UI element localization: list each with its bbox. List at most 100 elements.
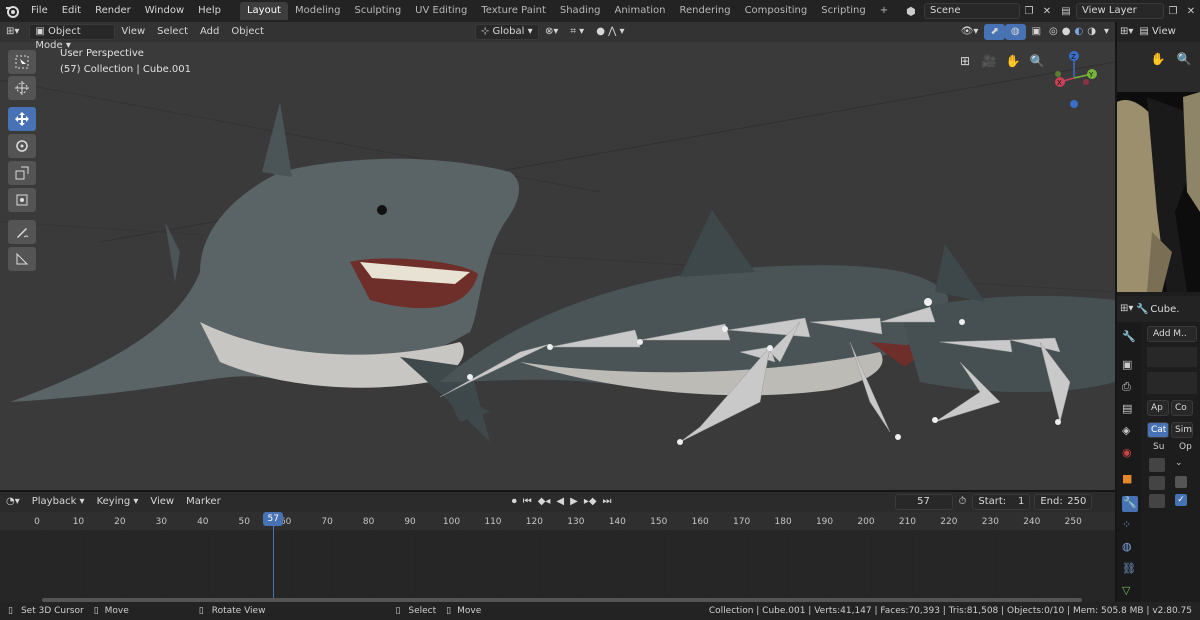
- tab-sculpting[interactable]: Sculpting: [347, 2, 408, 20]
- add-workspace-button[interactable]: +: [873, 2, 895, 20]
- object-tab-icon[interactable]: ■: [1122, 472, 1138, 488]
- editor-type-icon[interactable]: ⊞▾: [0, 24, 25, 40]
- move-tool[interactable]: [8, 107, 36, 131]
- playhead[interactable]: 57: [263, 512, 284, 526]
- modifier-tab-icon[interactable]: 🔧: [1122, 496, 1138, 512]
- select-box-tool[interactable]: [8, 50, 36, 74]
- copy-scene-icon[interactable]: ❐: [1020, 6, 1038, 17]
- tab-animation[interactable]: Animation: [608, 2, 673, 20]
- cursor-tool[interactable]: [8, 76, 36, 100]
- timeline[interactable]: ◔▾ Playback ▾ Keying ▾ View Marker ⏺ ⏮ ◆…: [0, 490, 1115, 606]
- blender-logo-icon[interactable]: [0, 0, 24, 22]
- menu-timeline-view[interactable]: View: [144, 494, 180, 510]
- jump-start-icon[interactable]: ⏮: [520, 494, 535, 510]
- tab-scripting[interactable]: Scripting: [814, 2, 872, 20]
- navigation-gizmo[interactable]: Z Y X: [1044, 48, 1104, 108]
- menu-keying[interactable]: Keying ▾: [91, 494, 145, 510]
- scene-field[interactable]: Scene: [924, 3, 1020, 19]
- play-icon[interactable]: ▶: [567, 494, 581, 510]
- record-icon[interactable]: ⏺: [509, 494, 520, 510]
- measure-tool[interactable]: [8, 247, 36, 271]
- physics-tab-icon[interactable]: ◍: [1122, 540, 1138, 556]
- tab-shading[interactable]: Shading: [553, 2, 608, 20]
- render-tab-icon[interactable]: ▣: [1122, 358, 1138, 374]
- image-zoom-icon[interactable]: 🔍: [1175, 50, 1193, 68]
- grid-view-icon[interactable]: ⊞: [956, 52, 974, 70]
- overlay-toggle-icon[interactable]: ◍: [1004, 24, 1026, 40]
- menu-object[interactable]: Object: [225, 24, 270, 40]
- tab-ap[interactable]: Ap: [1147, 400, 1169, 416]
- output-tab-icon[interactable]: ⎙: [1122, 380, 1138, 396]
- play-reverse-icon[interactable]: ◀: [553, 494, 567, 510]
- image-editor-type-icon[interactable]: ⊞▾: [1117, 24, 1136, 40]
- tab-modeling[interactable]: Modeling: [288, 2, 348, 20]
- copy-view-layer-icon[interactable]: ❐: [1164, 6, 1182, 17]
- tab-uv-editing[interactable]: UV Editing: [408, 2, 474, 20]
- shading-wireframe-icon[interactable]: ◎: [1047, 24, 1060, 40]
- shading-options-icon[interactable]: ▾: [1098, 24, 1115, 40]
- view-layer-field[interactable]: View Layer: [1076, 3, 1164, 19]
- annotate-tool[interactable]: [8, 220, 36, 244]
- scene-tab-icon[interactable]: ◈: [1122, 424, 1138, 440]
- visibility-icon[interactable]: 👁▾: [955, 24, 985, 40]
- menu-view[interactable]: View: [115, 24, 151, 40]
- op-dropdown-icon[interactable]: ⌄: [1175, 458, 1189, 470]
- next-keyframe-icon[interactable]: ▸◆: [581, 494, 600, 510]
- shading-rendered-icon[interactable]: ◑: [1085, 24, 1098, 40]
- proportional-edit-icon[interactable]: ● ⋀ ▾: [590, 24, 630, 40]
- menu-marker[interactable]: Marker: [180, 494, 227, 510]
- su-field-3[interactable]: [1149, 494, 1165, 508]
- tab-layout[interactable]: Layout: [239, 2, 288, 20]
- image-editor-view-menu[interactable]: ▤ View: [1136, 24, 1178, 40]
- stopwatch-icon[interactable]: ⏱: [953, 494, 973, 510]
- su-field-1[interactable]: [1149, 458, 1165, 472]
- menu-add[interactable]: Add: [194, 24, 225, 40]
- tab-cat[interactable]: Cat: [1147, 422, 1169, 438]
- menu-render[interactable]: Render: [88, 0, 138, 22]
- image-pan-icon[interactable]: ✋: [1149, 50, 1167, 68]
- timeline-ruler[interactable]: 0 10 20 30 40 50 60 70 80 90 100 110 120 130 140 150 160…: [0, 512, 1115, 606]
- mode-select[interactable]: ▣ Object Mode ▾: [29, 24, 116, 51]
- world-tab-icon[interactable]: ◉: [1122, 446, 1138, 462]
- view-layer-icon[interactable]: ▤: [1056, 6, 1076, 17]
- end-frame-field[interactable]: End: 250: [1034, 494, 1093, 510]
- tab-compositing[interactable]: Compositing: [738, 2, 815, 20]
- menu-window[interactable]: Window: [138, 0, 191, 22]
- properties-type-icon[interactable]: ⊞▾: [1117, 301, 1136, 317]
- prev-keyframe-icon[interactable]: ◆◂: [535, 494, 554, 510]
- tab-sim[interactable]: Sim: [1171, 422, 1193, 438]
- tab-co[interactable]: Co: [1171, 400, 1193, 416]
- add-modifier-button[interactable]: Add M..: [1147, 326, 1197, 342]
- menu-file[interactable]: File: [24, 0, 55, 22]
- menu-select[interactable]: Select: [151, 24, 194, 40]
- timeline-editor-icon[interactable]: ◔▾: [0, 494, 26, 510]
- snap-icon[interactable]: ⌗ ▾: [564, 24, 590, 40]
- constraints-tab-icon[interactable]: ⛓: [1122, 562, 1138, 578]
- menu-help[interactable]: Help: [191, 0, 228, 22]
- tool-tab-icon[interactable]: 🔧: [1122, 330, 1138, 346]
- pivot-icon[interactable]: ⊗▾: [539, 24, 564, 40]
- shading-material-icon[interactable]: ◐: [1073, 24, 1086, 40]
- start-frame-field[interactable]: Start: 1: [972, 494, 1031, 510]
- shading-solid-icon[interactable]: ●: [1060, 24, 1073, 40]
- xray-icon[interactable]: ▣: [1026, 24, 1047, 40]
- delete-scene-icon[interactable]: ✕: [1038, 6, 1056, 17]
- op-checkbox-1[interactable]: [1175, 476, 1187, 488]
- data-tab-icon[interactable]: ▽: [1122, 584, 1138, 600]
- tab-rendering[interactable]: Rendering: [672, 2, 737, 20]
- menu-playback[interactable]: Playback ▾: [26, 494, 91, 510]
- tab-texture-paint[interactable]: Texture Paint: [474, 2, 553, 20]
- 3d-viewport[interactable]: ⊞▾ ▣ Object Mode ▾ View Select Add Objec…: [0, 22, 1115, 490]
- transform-tool[interactable]: [8, 188, 36, 212]
- gizmo-toggle-icon[interactable]: ⬈: [984, 24, 1005, 40]
- current-frame-field[interactable]: 57: [894, 494, 953, 510]
- rotate-tool[interactable]: [8, 134, 36, 158]
- camera-view-icon[interactable]: 🎥: [980, 52, 998, 70]
- orientation-select[interactable]: ⊹ Global ▾: [474, 24, 539, 40]
- scale-tool[interactable]: [8, 161, 36, 185]
- particles-tab-icon[interactable]: ⁘: [1122, 518, 1138, 534]
- menu-edit[interactable]: Edit: [55, 0, 88, 22]
- jump-end-icon[interactable]: ⏭: [600, 494, 615, 510]
- pan-view-icon[interactable]: ✋: [1004, 52, 1022, 70]
- scene-icon[interactable]: ⬢: [906, 5, 924, 18]
